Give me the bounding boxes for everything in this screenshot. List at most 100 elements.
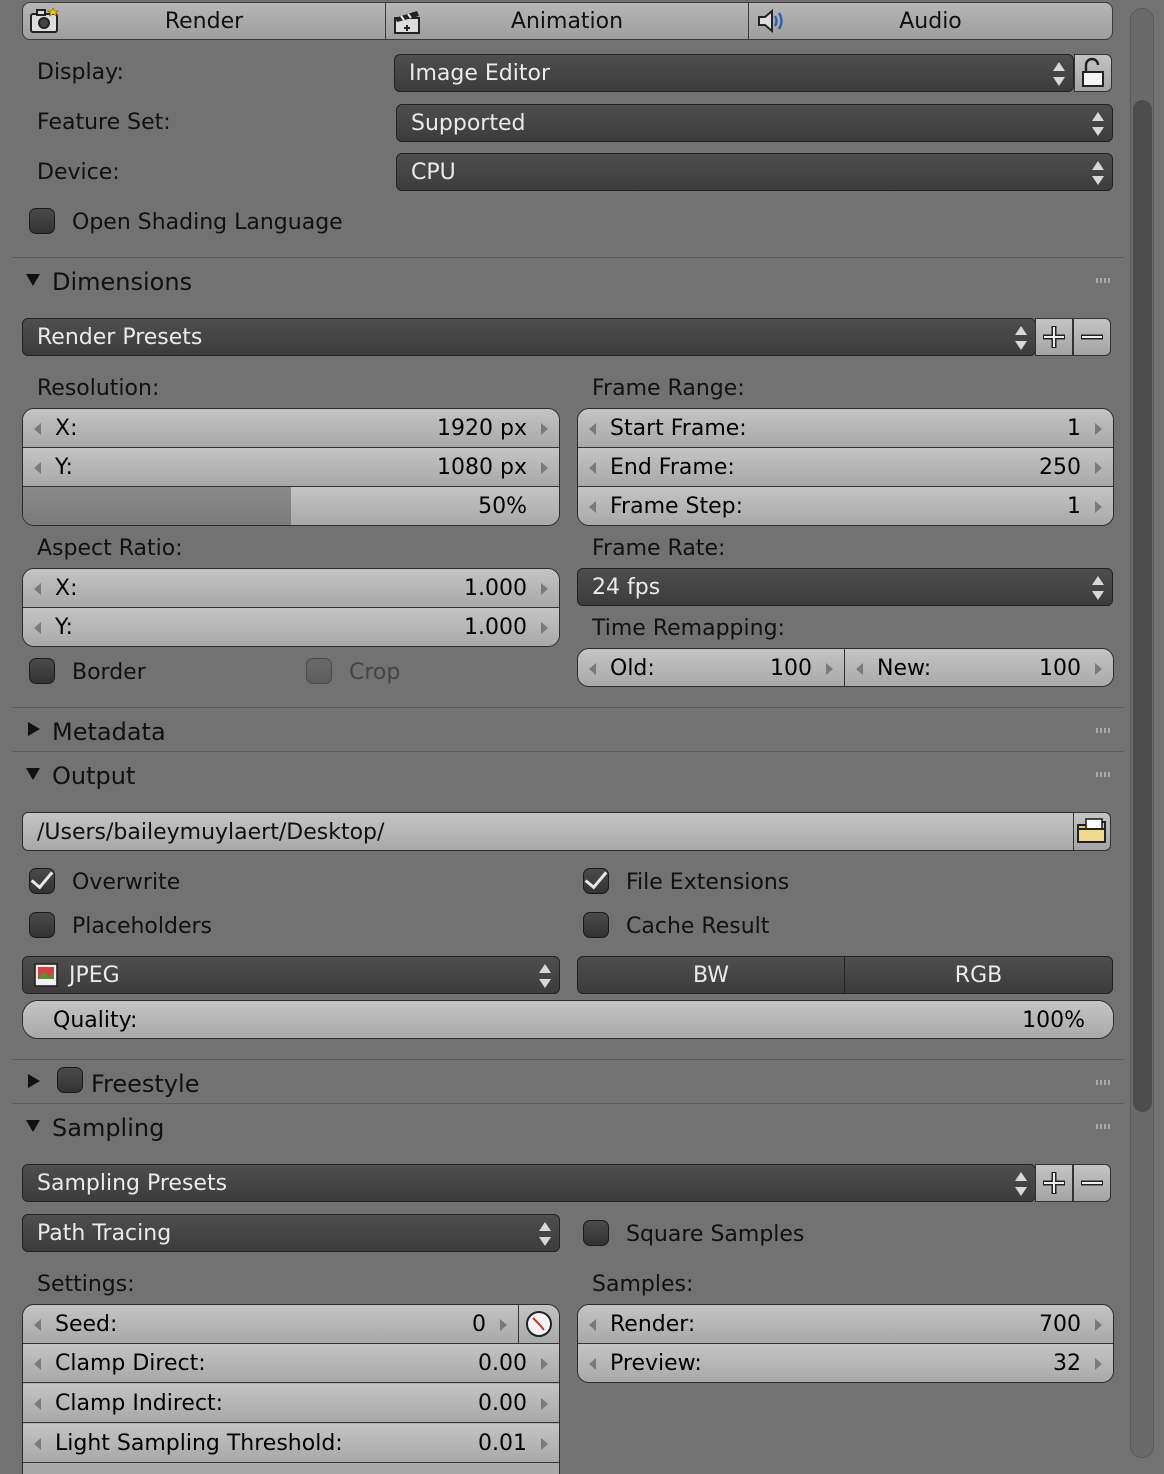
increment-arrow-icon[interactable] [500, 1319, 507, 1331]
remove-sampling-preset-button[interactable] [1073, 1164, 1111, 1202]
plus-icon [1043, 326, 1065, 348]
overwrite-checkbox[interactable] [29, 865, 55, 894]
decrement-arrow-icon[interactable] [589, 462, 596, 474]
crop-checkbox[interactable] [306, 658, 332, 684]
resolution-percent-slider[interactable]: 50% [23, 487, 559, 525]
increment-arrow-icon[interactable] [826, 663, 833, 675]
increment-arrow-icon[interactable] [541, 622, 548, 634]
cache-result-checkbox[interactable] [583, 912, 609, 938]
decrement-arrow-icon[interactable] [589, 423, 596, 435]
decrement-arrow-icon[interactable] [34, 622, 41, 634]
expand-right-icon [28, 722, 40, 736]
unlock-button[interactable] [1074, 54, 1112, 92]
aspect-x-field[interactable]: X: 1.000 [23, 569, 559, 608]
seed-field[interactable]: Seed: 0 [23, 1305, 519, 1344]
drag-grip-icon[interactable] [1096, 1124, 1110, 1129]
resolution-y-field[interactable]: Y: 1080 px [23, 448, 559, 487]
increment-arrow-icon[interactable] [541, 423, 548, 435]
file-extensions-checkbox[interactable] [583, 865, 609, 894]
dropdown-arrows-icon[interactable] [1092, 576, 1104, 600]
decrement-arrow-icon[interactable] [589, 501, 596, 513]
add-sampling-preset-button[interactable] [1035, 1164, 1073, 1202]
drag-grip-icon[interactable] [1096, 728, 1110, 733]
remap-old-field[interactable]: Old: 100 [578, 649, 845, 686]
freestyle-header[interactable]: Freestyle [12, 1059, 1124, 1103]
freestyle-checkbox[interactable] [57, 1067, 83, 1093]
quality-slider[interactable]: Quality: 100% [23, 1001, 1113, 1038]
increment-arrow-icon[interactable] [541, 1398, 548, 1410]
drag-grip-icon[interactable] [1096, 1080, 1110, 1085]
frame-step-field[interactable]: Frame Step: 1 [578, 487, 1113, 525]
tab-render[interactable]: Render [22, 2, 386, 40]
preview-samples-field[interactable]: Preview: 32 [578, 1344, 1113, 1382]
frame-rate-dropdown[interactable]: 24 fps [577, 568, 1113, 606]
field-value: 1 [1067, 494, 1081, 519]
increment-arrow-icon[interactable] [1095, 501, 1102, 513]
increment-arrow-icon[interactable] [541, 1438, 548, 1450]
aspect-y-field[interactable]: Y: 1.000 [23, 608, 559, 646]
tab-audio[interactable]: Audio [748, 2, 1113, 40]
feature-set-dropdown[interactable]: Supported [396, 104, 1113, 142]
file-format-dropdown[interactable]: JPEG [22, 956, 560, 994]
output-header[interactable]: Output [12, 751, 1124, 795]
increment-arrow-icon[interactable] [1095, 663, 1102, 675]
increment-arrow-icon[interactable] [1095, 1358, 1102, 1370]
integrator-dropdown[interactable]: Path Tracing [22, 1214, 560, 1252]
color-rgb-button[interactable]: RGB [844, 956, 1113, 994]
border-checkbox[interactable] [29, 658, 55, 684]
decrement-arrow-icon[interactable] [856, 663, 863, 675]
increment-arrow-icon[interactable] [1095, 462, 1102, 474]
field-value: 1.000 [464, 615, 527, 640]
square-samples-checkbox[interactable] [583, 1220, 609, 1246]
render-samples-field[interactable]: Render: 700 [578, 1305, 1113, 1344]
placeholders-checkbox[interactable] [29, 912, 55, 938]
drag-grip-icon[interactable] [1096, 278, 1110, 283]
sampling-presets-dropdown[interactable]: Sampling Presets [22, 1164, 1036, 1202]
increment-arrow-icon[interactable] [541, 583, 548, 595]
increment-arrow-icon[interactable] [1095, 423, 1102, 435]
sampling-header[interactable]: Sampling [12, 1103, 1124, 1147]
dropdown-arrows-icon [1015, 326, 1027, 350]
light-threshold-field[interactable]: Light Sampling Threshold: 0.01 [23, 1424, 559, 1463]
decrement-arrow-icon[interactable] [589, 1319, 596, 1331]
color-bw-button[interactable]: BW [577, 956, 845, 994]
decrement-arrow-icon[interactable] [34, 462, 41, 474]
dropdown-arrows-icon [1053, 62, 1065, 86]
decrement-arrow-icon[interactable] [589, 663, 596, 675]
start-frame-field[interactable]: Start Frame: 1 [578, 409, 1113, 448]
decrement-arrow-icon[interactable] [34, 583, 41, 595]
animate-seed-button[interactable] [519, 1305, 559, 1344]
decrement-arrow-icon[interactable] [34, 1398, 41, 1410]
dimensions-header[interactable]: Dimensions [12, 257, 1124, 301]
time-remapping-label: Time Remapping: [592, 616, 785, 641]
remap-new-field[interactable]: New: 100 [845, 649, 1113, 686]
decrement-arrow-icon[interactable] [589, 1358, 596, 1370]
browse-folder-button[interactable] [1073, 812, 1111, 851]
remove-preset-button[interactable] [1073, 318, 1111, 356]
increment-arrow-icon[interactable] [541, 462, 548, 474]
device-dropdown[interactable]: CPU [396, 153, 1113, 191]
drag-grip-icon[interactable] [1096, 772, 1110, 777]
increment-arrow-icon[interactable] [1095, 1319, 1102, 1331]
decrement-arrow-icon[interactable] [34, 1358, 41, 1370]
decrement-arrow-icon[interactable] [34, 1438, 41, 1450]
display-dropdown[interactable]: Image Editor [394, 54, 1074, 92]
slider-fill [23, 487, 291, 525]
render-presets-dropdown[interactable]: Render Presets [22, 318, 1036, 356]
add-preset-button[interactable] [1035, 318, 1073, 356]
increment-arrow-icon[interactable] [541, 1358, 548, 1370]
clamp-direct-field[interactable]: Clamp Direct: 0.00 [23, 1344, 559, 1383]
decrement-arrow-icon[interactable] [34, 1319, 41, 1331]
end-frame-field[interactable]: End Frame: 250 [578, 448, 1113, 487]
osl-checkbox[interactable] [29, 208, 55, 234]
tab-animation[interactable]: Animation [385, 2, 749, 40]
freestyle-title: Freestyle [91, 1070, 200, 1098]
field-label: New: [877, 656, 932, 681]
decrement-arrow-icon[interactable] [34, 423, 41, 435]
resolution-x-field[interactable]: X: 1920 px [23, 409, 559, 448]
metadata-header[interactable]: Metadata [12, 707, 1124, 751]
field-label: Quality: [53, 1008, 138, 1033]
scrollbar-thumb[interactable] [1133, 100, 1152, 1112]
clamp-indirect-field[interactable]: Clamp Indirect: 0.00 [23, 1384, 559, 1423]
output-path-field[interactable]: /Users/baileymuylaert/Desktop/ [22, 812, 1074, 851]
